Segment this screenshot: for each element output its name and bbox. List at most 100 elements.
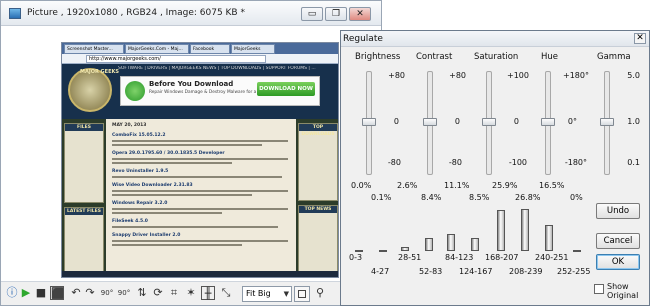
browser-tab: MajorGeeks bbox=[231, 44, 275, 54]
show-original-label-line2: Original bbox=[607, 291, 639, 300]
latest-files-title: LATEST FILES bbox=[65, 208, 103, 215]
hue-max: +180° bbox=[563, 71, 589, 80]
fullscreen-icon[interactable]: ⬛ bbox=[50, 286, 65, 300]
original-size-button[interactable] bbox=[294, 286, 310, 302]
undo-icon[interactable]: ↶ bbox=[69, 286, 83, 300]
rotate-icon[interactable]: ⟳ bbox=[151, 286, 165, 300]
contrast-min: -80 bbox=[448, 158, 462, 167]
dialog-close-button[interactable]: ✕ bbox=[634, 33, 646, 44]
histogram-bar bbox=[447, 234, 455, 251]
gamma-label: Gamma bbox=[597, 52, 631, 62]
ad-title: Before You Download bbox=[149, 80, 234, 88]
play-icon[interactable]: ▶ bbox=[19, 286, 33, 300]
browser-url: http://www.majorgeeks.com/ bbox=[86, 55, 266, 63]
dialog-title: Regulate bbox=[343, 34, 383, 44]
browser-tab: Screenshot Master... bbox=[64, 44, 124, 54]
undo-button[interactable]: Undo bbox=[596, 203, 640, 219]
browser-tab-strip: Screenshot Master... MajorGeeks.Com - Ma… bbox=[62, 43, 338, 54]
site-header: MAJOR GEEKS SOFTWARE | DRIVERS | MAJORGE… bbox=[62, 64, 338, 119]
hue-label: Hue bbox=[541, 52, 559, 62]
text-line bbox=[112, 208, 288, 210]
latest-files-box: LATEST FILES bbox=[64, 207, 104, 275]
site-logo: MAJOR GEEKS bbox=[68, 68, 119, 112]
text-line bbox=[112, 162, 232, 164]
text-line bbox=[112, 244, 242, 246]
site-logo-text: MAJOR GEEKS bbox=[80, 69, 119, 75]
brightness-mid: 0 bbox=[393, 117, 399, 126]
redo-icon[interactable]: ↷ bbox=[83, 286, 97, 300]
bin-label: 124-167 bbox=[459, 267, 493, 276]
crop-icon[interactable]: ⌗ bbox=[167, 286, 181, 300]
histogram-value: 2.6% bbox=[397, 181, 418, 190]
site-ad: Before You Download Repair Windows Damag… bbox=[120, 76, 320, 106]
histogram-bar bbox=[401, 247, 409, 251]
top-downloads-box: TOP DOWNLOADS bbox=[298, 123, 338, 201]
browser-address-bar: http://www.majorgeeks.com/ bbox=[62, 54, 338, 64]
saturation-label: Saturation bbox=[474, 52, 519, 62]
brightness-max: +80 bbox=[388, 71, 405, 80]
cancel-button[interactable]: Cancel bbox=[596, 233, 640, 249]
brightness-slider[interactable] bbox=[362, 118, 376, 126]
histogram-bar bbox=[545, 225, 553, 251]
site-nav: SOFTWARE | DRIVERS | MAJORGEEKS NEWS | T… bbox=[118, 66, 316, 71]
brightness-label: Brightness bbox=[355, 52, 401, 62]
adjust-icon[interactable]: ╫ bbox=[201, 286, 215, 300]
window-title: Picture , 1920x1080 , RGB24 , Image: 607… bbox=[27, 8, 245, 18]
gamma-max: 5.0 bbox=[627, 71, 640, 80]
search-icon[interactable]: ⚲ bbox=[313, 286, 327, 300]
text-line bbox=[112, 144, 262, 146]
dialog-title-bar[interactable]: Regulate ✕ bbox=[341, 31, 649, 47]
bin-label: 52-83 bbox=[419, 267, 443, 276]
title-bar[interactable]: Picture , 1920x1080 , RGB24 , Image: 607… bbox=[1, 1, 381, 26]
headline: Snappy Driver Installer 2.0 bbox=[112, 233, 181, 238]
histogram-bar bbox=[521, 209, 529, 251]
gamma-min: 0.1 bbox=[627, 158, 640, 167]
histogram-value: 26.8% bbox=[515, 193, 541, 202]
saturation-max: +100 bbox=[507, 71, 529, 80]
image-viewer[interactable]: Screenshot Master... MajorGeeks.Com - Ma… bbox=[1, 26, 381, 281]
hue-mid: 0° bbox=[567, 117, 577, 126]
flip-icon[interactable]: ⇅ bbox=[135, 286, 149, 300]
rotate-right-icon[interactable]: 90° bbox=[117, 286, 131, 300]
contrast-label: Contrast bbox=[416, 52, 453, 62]
headline: Wise Video Downloader 2.31.83 bbox=[112, 183, 193, 188]
site-left-column: FILES LATEST FILES bbox=[62, 119, 106, 277]
hue-min: -180° bbox=[564, 158, 587, 167]
restore-button[interactable]: ❐ bbox=[325, 7, 347, 21]
screen: Picture , 1920x1080 , RGB24 , Image: 607… bbox=[0, 0, 650, 306]
fit-select[interactable]: Fit Big ▼ bbox=[242, 286, 292, 302]
regulate-dialog: Regulate ✕ Brightness +80 0 -80 Contrast… bbox=[340, 30, 650, 306]
resize-icon[interactable]: ⤡ bbox=[219, 286, 233, 300]
histogram-value: 11.1% bbox=[444, 181, 470, 190]
text-line bbox=[112, 158, 288, 160]
text-line bbox=[112, 176, 282, 178]
rotate-left-icon[interactable]: 90° bbox=[100, 286, 114, 300]
gamma-slider[interactable] bbox=[600, 118, 614, 126]
hue-slider[interactable] bbox=[541, 118, 555, 126]
saturation-slider[interactable] bbox=[482, 118, 496, 126]
minimize-button[interactable]: ▭ bbox=[301, 7, 323, 21]
histogram-value: 8.4% bbox=[421, 193, 442, 202]
headline: ComboFix 15.05.12.2 bbox=[112, 133, 166, 138]
text-line bbox=[112, 226, 278, 228]
files-box-title: FILES bbox=[65, 124, 103, 131]
histogram-bar bbox=[471, 238, 479, 251]
headline: Windows Repair 3.2.0 bbox=[112, 201, 168, 206]
enhance-icon[interactable]: ✶ bbox=[184, 286, 198, 300]
app-icon bbox=[9, 8, 21, 19]
info-icon[interactable]: ⓘ bbox=[5, 286, 19, 300]
close-button[interactable]: ✕ bbox=[349, 7, 371, 21]
ok-button[interactable]: OK bbox=[596, 254, 640, 270]
main-window: Picture , 1920x1080 , RGB24 , Image: 607… bbox=[0, 0, 382, 306]
histogram-value: 0.1% bbox=[371, 193, 392, 202]
bin-label: 168-207 bbox=[485, 253, 519, 262]
text-line bbox=[112, 240, 288, 242]
bin-label: 208-239 bbox=[509, 267, 543, 276]
bin-label: 28-51 bbox=[398, 253, 422, 262]
stop-icon[interactable]: ■ bbox=[34, 286, 48, 300]
contrast-slider[interactable] bbox=[423, 118, 437, 126]
show-original-checkbox[interactable] bbox=[594, 284, 604, 294]
gamma-mid: 1.0 bbox=[627, 117, 640, 126]
ad-download-button: DOWNLOAD NOW bbox=[257, 82, 315, 96]
viewer-toolbar: ⓘ ▶ ■ ⬛ ↶ ↷ 90° 90° ⇅ ⟳ ⌗ ✶ ╫ ⤡ Fit Big … bbox=[1, 281, 381, 305]
